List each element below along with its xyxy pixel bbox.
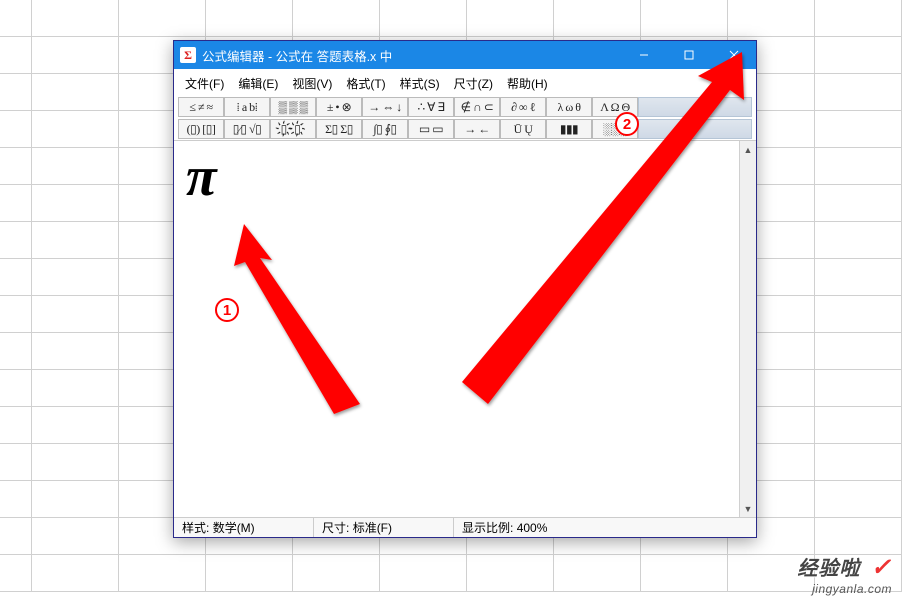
palette-fences[interactable]: (▯) [▯] bbox=[178, 119, 224, 139]
minimize-button[interactable] bbox=[621, 41, 666, 69]
callout-badge-1: 1 bbox=[215, 298, 239, 322]
maximize-button[interactable] bbox=[666, 41, 711, 69]
minimize-icon bbox=[639, 50, 649, 60]
menu-view[interactable]: 视图(V) bbox=[287, 73, 337, 94]
editor-canvas-wrap: π ▲ ▼ bbox=[174, 140, 756, 517]
status-bar: 样式: 数学(M) 尺寸: 标准(F) 显示比例: 400% bbox=[174, 517, 756, 537]
menubar: 文件(F) 编辑(E) 视图(V) 格式(T) 样式(S) 尺寸(Z) 帮助(H… bbox=[174, 69, 756, 96]
palette-integrals[interactable]: ∫▯ ∮▯ bbox=[362, 119, 408, 139]
palette-products[interactable]: Ū Ų bbox=[500, 119, 546, 139]
toolbar-grip-2 bbox=[638, 119, 752, 139]
status-zoom: 显示比例: 400% bbox=[454, 518, 756, 537]
status-size-label: 尺寸: bbox=[322, 519, 349, 536]
editor-canvas[interactable]: π bbox=[174, 141, 739, 517]
palette-greek-lower[interactable]: λ ω θ bbox=[546, 97, 592, 117]
palette-labeled-arrows[interactable]: → ← bbox=[454, 119, 500, 139]
toolbar-grip-1 bbox=[638, 97, 752, 117]
maximize-icon bbox=[684, 50, 694, 60]
callout-badge-2: 2 bbox=[615, 112, 639, 136]
palette-logical[interactable]: ∴ ∀ ∃ bbox=[408, 97, 454, 117]
palette-embellishments[interactable]: ▒ ▒ ▒ bbox=[270, 97, 316, 117]
status-size-value: 标准(F) bbox=[353, 519, 392, 536]
watermark-title: 经验啦 bbox=[797, 558, 860, 580]
palette-overbar[interactable]: ▭ ▭ bbox=[408, 119, 454, 139]
equation-pi-symbol: π bbox=[186, 145, 217, 209]
status-zoom-value: 400% bbox=[517, 521, 548, 535]
palette-summation[interactable]: Σ▯ Σ▯ bbox=[316, 119, 362, 139]
palette-misc[interactable]: ∂ ∞ ℓ bbox=[500, 97, 546, 117]
palette-arrows[interactable]: → ⇔ ↓ bbox=[362, 97, 408, 117]
status-style-label: 样式: bbox=[182, 519, 209, 536]
titlebar[interactable]: Σ 公式编辑器 - 公式在 答题表格.x 中 bbox=[174, 41, 756, 69]
close-icon bbox=[729, 50, 739, 60]
status-style: 样式: 数学(M) bbox=[174, 518, 314, 537]
menu-edit[interactable]: 编辑(E) bbox=[233, 73, 283, 94]
watermark-sub: jingyanla.com bbox=[797, 582, 892, 596]
status-zoom-label: 显示比例: bbox=[462, 519, 513, 536]
vertical-scrollbar[interactable]: ▲ ▼ bbox=[739, 141, 756, 517]
scroll-up-icon[interactable]: ▲ bbox=[740, 141, 756, 158]
palette-operators[interactable]: ± • ⊗ bbox=[316, 97, 362, 117]
menu-format[interactable]: 格式(T) bbox=[341, 73, 390, 94]
app-icon: Σ bbox=[180, 47, 196, 63]
window-title: 公式编辑器 - 公式在 答题表格.x 中 bbox=[202, 46, 621, 65]
callout-badge-1-label: 1 bbox=[223, 302, 231, 319]
palette-relations[interactable]: ≤ ≠ ≈ bbox=[178, 97, 224, 117]
scroll-down-icon[interactable]: ▼ bbox=[740, 500, 756, 517]
equation-editor-window: Σ 公式编辑器 - 公式在 答题表格.x 中 文件(F) 编辑(E) 视图(V)… bbox=[173, 40, 757, 538]
palette-set-theory[interactable]: ∉ ∩ ⊂ bbox=[454, 97, 500, 117]
symbol-toolbar-row-1: ≤ ≠ ≈ ⁞ a b⁞ ▒ ▒ ▒ ± • ⊗ → ⇔ ↓ ∴ ∀ ∃ ∉ ∩… bbox=[174, 96, 756, 118]
menu-file[interactable]: 文件(F) bbox=[180, 73, 229, 94]
menu-help[interactable]: 帮助(H) bbox=[502, 73, 553, 94]
palette-subsup[interactable]: ▯҉ ▯҉ bbox=[270, 119, 316, 139]
callout-badge-2-label: 2 bbox=[623, 116, 631, 133]
palette-fractions[interactable]: ▯⁄▯ √▯ bbox=[224, 119, 270, 139]
palette-matrix[interactable]: ▮▮▮ bbox=[546, 119, 592, 139]
status-size: 尺寸: 标准(F) bbox=[314, 518, 454, 537]
watermark-check-icon: ✓ bbox=[871, 554, 892, 581]
close-button[interactable] bbox=[711, 41, 756, 69]
watermark: 经验啦 ✓ jingyanla.com bbox=[797, 552, 892, 596]
template-toolbar-row-2: (▯) [▯] ▯⁄▯ √▯ ▯҉ ▯҉ Σ▯ Σ▯ ∫▯ ∮▯ ▭ ▭ → ←… bbox=[174, 118, 756, 140]
menu-style[interactable]: 样式(S) bbox=[395, 73, 445, 94]
menu-size[interactable]: 尺寸(Z) bbox=[449, 73, 498, 94]
status-style-value: 数学(M) bbox=[213, 519, 255, 536]
palette-spaces[interactable]: ⁞ a b⁞ bbox=[224, 97, 270, 117]
